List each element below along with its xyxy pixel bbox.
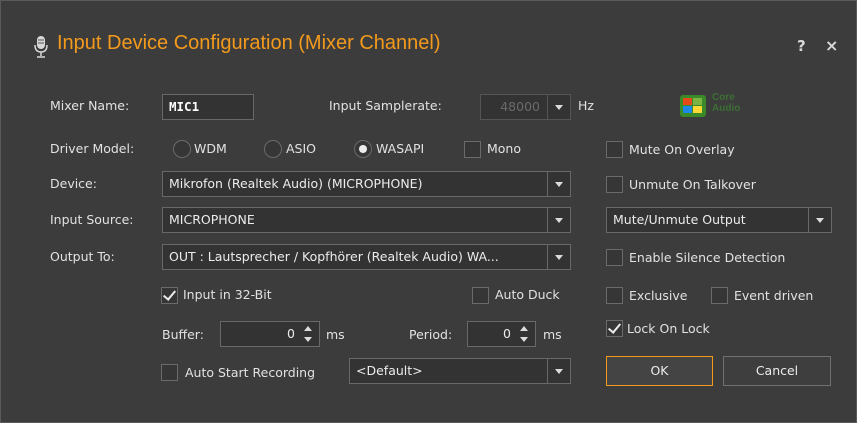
windows-logo-icon bbox=[680, 95, 706, 117]
exclusive-label[interactable]: Exclusive bbox=[629, 288, 687, 303]
period-label: Period: bbox=[409, 327, 453, 342]
device-value: Mikrofon (Realtek Audio) (MICROPHONE) bbox=[169, 176, 423, 191]
mixer-name-label: Mixer Name: bbox=[50, 98, 130, 113]
exclusive-checkbox[interactable] bbox=[606, 287, 623, 304]
chevron-down-icon bbox=[808, 208, 831, 232]
mixer-name-input[interactable]: MIC1 bbox=[162, 94, 254, 120]
mute-output-value: Mute/Unmute Output bbox=[613, 212, 746, 227]
device-label: Device: bbox=[50, 176, 97, 191]
enable-silence-detection-label[interactable]: Enable Silence Detection bbox=[629, 250, 785, 265]
enable-silence-detection-checkbox[interactable] bbox=[606, 249, 623, 266]
radio-wdm[interactable] bbox=[173, 140, 191, 158]
microphone-icon bbox=[34, 36, 48, 58]
buffer-value: 0 bbox=[287, 326, 295, 341]
input-source-label: Input Source: bbox=[50, 212, 134, 227]
mute-output-select[interactable]: Mute/Unmute Output bbox=[606, 207, 832, 233]
lock-on-lock-checkbox[interactable] bbox=[606, 320, 623, 337]
input-32bit-checkbox[interactable] bbox=[161, 287, 178, 304]
mute-on-overlay-checkbox[interactable] bbox=[606, 141, 623, 158]
mono-label[interactable]: Mono bbox=[487, 141, 521, 156]
input-32bit-label[interactable]: Input in 32-Bit bbox=[183, 287, 272, 302]
period-spinner[interactable]: 0 bbox=[467, 321, 536, 347]
radio-asio[interactable] bbox=[264, 140, 282, 158]
close-button[interactable]: × bbox=[825, 36, 838, 55]
recording-profile-value: <Default> bbox=[356, 363, 423, 378]
mono-checkbox[interactable] bbox=[464, 141, 481, 158]
ok-button[interactable]: OK bbox=[606, 356, 713, 386]
chevron-down-icon bbox=[547, 172, 570, 196]
input-device-config-dialog: Input Device Configuration (Mixer Channe… bbox=[0, 0, 857, 423]
chevron-down-icon bbox=[547, 359, 570, 383]
input-samplerate-label: Input Samplerate: bbox=[329, 98, 442, 113]
period-unit: ms bbox=[543, 327, 562, 342]
radio-asio-label[interactable]: ASIO bbox=[286, 141, 316, 156]
core-audio-logo: Core Audio bbox=[680, 92, 760, 118]
auto-start-recording-checkbox[interactable] bbox=[161, 364, 178, 381]
chevron-down-icon bbox=[547, 95, 570, 119]
radio-wasapi-label[interactable]: WASAPI bbox=[376, 141, 424, 156]
dialog-title: Input Device Configuration (Mixer Channe… bbox=[57, 32, 441, 54]
recording-profile-select[interactable]: <Default> bbox=[349, 358, 571, 384]
device-select[interactable]: Mikrofon (Realtek Audio) (MICROPHONE) bbox=[162, 171, 571, 197]
title-bar[interactable]: Input Device Configuration (Mixer Channe… bbox=[1, 1, 856, 89]
buffer-label: Buffer: bbox=[162, 327, 204, 342]
chevron-down-icon bbox=[547, 245, 570, 269]
mute-on-overlay-label[interactable]: Mute On Overlay bbox=[629, 142, 735, 157]
lock-on-lock-label[interactable]: Lock On Lock bbox=[627, 321, 710, 336]
spin-arrows-icon[interactable] bbox=[516, 324, 532, 344]
buffer-unit: ms bbox=[326, 327, 345, 342]
input-source-select[interactable]: MICROPHONE bbox=[162, 207, 571, 233]
period-value: 0 bbox=[503, 326, 511, 341]
radio-wdm-label[interactable]: WDM bbox=[194, 141, 227, 156]
input-samplerate-value: 48000 bbox=[500, 99, 540, 114]
spin-arrows-icon[interactable] bbox=[300, 324, 316, 344]
core-audio-line2: Audio bbox=[712, 103, 741, 114]
event-driven-label[interactable]: Event driven bbox=[734, 288, 813, 303]
driver-model-label: Driver Model: bbox=[50, 141, 135, 156]
help-button[interactable]: ? bbox=[797, 37, 806, 55]
unmute-on-talkover-checkbox[interactable] bbox=[606, 176, 623, 193]
auto-duck-label[interactable]: Auto Duck bbox=[495, 287, 560, 302]
chevron-down-icon bbox=[547, 208, 570, 232]
event-driven-checkbox[interactable] bbox=[711, 287, 728, 304]
output-to-value: OUT : Lautsprecher / Kopfhörer (Realtek … bbox=[169, 249, 499, 264]
auto-duck-checkbox[interactable] bbox=[472, 287, 489, 304]
buffer-spinner[interactable]: 0 bbox=[220, 321, 320, 347]
core-audio-line1: Core bbox=[712, 92, 735, 103]
input-source-value: MICROPHONE bbox=[169, 212, 255, 227]
unmute-on-talkover-label[interactable]: Unmute On Talkover bbox=[629, 177, 756, 192]
radio-wasapi[interactable] bbox=[354, 140, 372, 158]
cancel-button[interactable]: Cancel bbox=[723, 356, 831, 386]
samplerate-unit: Hz bbox=[578, 98, 594, 113]
output-to-select[interactable]: OUT : Lautsprecher / Kopfhörer (Realtek … bbox=[162, 244, 571, 270]
auto-start-recording-label[interactable]: Auto Start Recording bbox=[185, 365, 315, 380]
input-samplerate-select[interactable]: 48000 bbox=[480, 94, 571, 120]
output-to-label: Output To: bbox=[50, 249, 115, 264]
